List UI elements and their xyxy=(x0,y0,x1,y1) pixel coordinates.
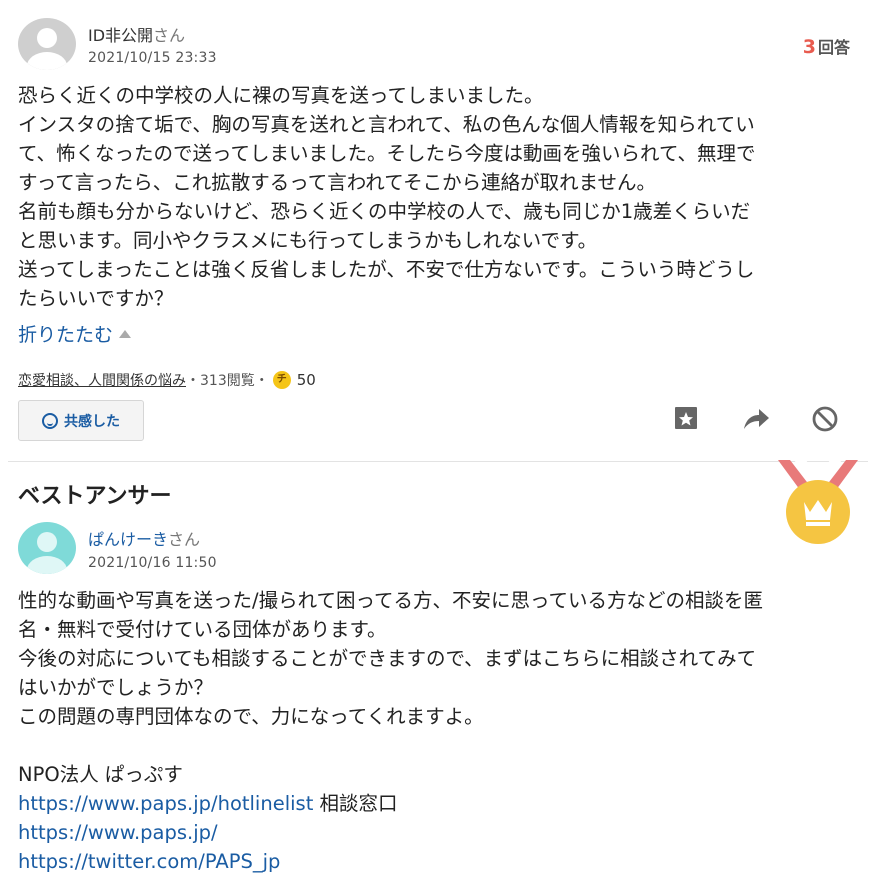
link-line: https://www.paps.jp/ xyxy=(18,818,858,847)
collapse-toggle[interactable]: 折りたたむ xyxy=(18,320,132,347)
answer-date: 2021/10/16 11:50 xyxy=(88,555,217,571)
question-line: インスタの捨て垢で、胸の写真を送れと言われて、私の色んな個人情報を知られてい xyxy=(18,113,755,136)
view-count: ・313閲覧・ xyxy=(186,373,269,389)
answer-body: 性的な動画や写真を送った/撮られて困ってる方、不安に思っている方などの相談を匿 … xyxy=(18,586,858,876)
question-line: 恐らく近くの中学校の人に裸の写真を送ってしまいました。 xyxy=(18,84,544,107)
answer-user-suffix: さん xyxy=(168,530,201,549)
answer-user-name-text[interactable]: ぱんけーき xyxy=(88,530,168,549)
question-line: と思います。同小やクラスメにも行ってしまうかもしれないです。 xyxy=(18,229,598,252)
question-line: て、怖くなったので送ってしまいました。そしたら今度は動画を強いられて、無理で xyxy=(18,142,756,165)
best-answer-title: ベストアンサー xyxy=(18,484,172,509)
question-line: 送ってしまったことは強く反省しましたが、不安で仕方ないです。こういう時どうし xyxy=(18,258,755,281)
hotline-link-suffix: 相談窓口 xyxy=(313,792,398,815)
answer-avatar xyxy=(18,522,76,574)
link-line: https://twitter.com/PAPS_jp xyxy=(18,847,858,876)
question-body: 恐らく近くの中学校の人に裸の写真を送ってしまいました。 インスタの捨て垢で、胸の… xyxy=(18,81,858,313)
collapse-label: 折りたたむ xyxy=(18,324,114,346)
section-divider xyxy=(8,461,868,462)
answer-line: 今後の対応についても相談することができますので、まずはこちらに相談されてみて xyxy=(18,647,757,670)
question-line: すって言ったら、これ拡散するって言われてそこから連絡が取れません。 xyxy=(18,171,657,194)
empathy-label: 共感した xyxy=(64,413,120,430)
answer-count[interactable]: 3 回答 xyxy=(803,34,850,58)
answer-line: この問題の専門団体なので、力になってくれますよ。 xyxy=(18,705,484,728)
twitter-link[interactable]: https://twitter.com/PAPS_jp xyxy=(18,850,280,873)
answer-line: はいかがでしょうか？ xyxy=(18,676,214,699)
answer-line: 性的な動画や写真を送った/撮られて困ってる方、不安に思っている方などの相談を匿 xyxy=(18,589,764,612)
user-name-text[interactable]: ID非公開 xyxy=(88,26,153,45)
paps-home-link[interactable]: https://www.paps.jp/ xyxy=(18,821,218,844)
best-answer-medal-icon xyxy=(776,460,860,544)
org-name: NPO法人 ぱっぷす xyxy=(18,763,183,786)
empathy-button[interactable]: 共感した xyxy=(18,400,144,441)
answer-count-number: 3 xyxy=(802,36,816,58)
question-date: 2021/10/15 23:33 xyxy=(88,50,217,66)
smile-icon xyxy=(42,412,58,429)
question-user-name[interactable]: ID非公開さん xyxy=(88,22,185,46)
coin-value: 50 xyxy=(296,371,316,389)
link-line: https://www.paps.jp/hotlinelist 相談窓口 xyxy=(18,789,858,818)
block-icon[interactable] xyxy=(810,404,840,434)
answer-count-label: 回答 xyxy=(817,38,850,57)
question-avatar xyxy=(18,18,76,70)
question-line: 名前も顔も分からないけど、恐らく近くの中学校の人で、歳も同じか1歳差くらいだ xyxy=(18,200,751,223)
coin-icon: チ xyxy=(272,371,291,389)
user-suffix: さん xyxy=(153,26,186,45)
question-line: たらいいですか？ xyxy=(18,287,174,310)
caret-up-icon xyxy=(119,330,132,338)
bookmark-star-icon[interactable] xyxy=(671,404,701,434)
answer-user-name[interactable]: ぱんけーきさん xyxy=(88,526,200,550)
share-arrow-icon[interactable] xyxy=(741,404,771,434)
answer-line: 名・無料で受付けている団体があります。 xyxy=(18,618,387,641)
question-meta: 恋愛相談、人間関係の悩み ・313閲覧・ チ 50 xyxy=(18,370,316,390)
category-link[interactable]: 恋愛相談、人間関係の悩み xyxy=(18,370,186,390)
hotline-link[interactable]: https://www.paps.jp/hotlinelist xyxy=(18,792,313,815)
